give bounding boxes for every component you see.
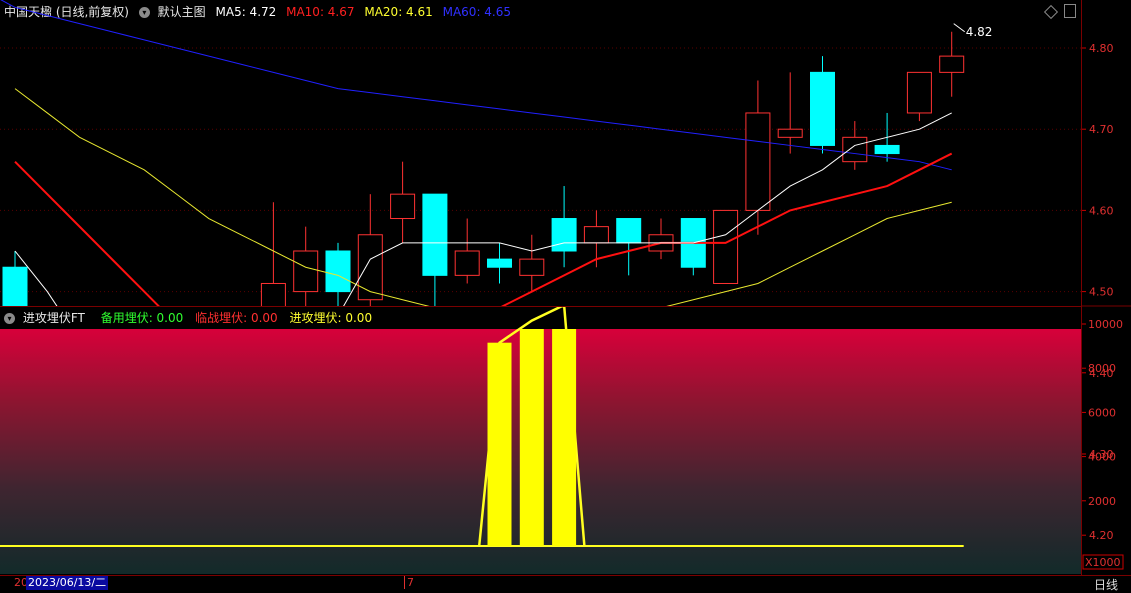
time-axis-mid-mark: 7 xyxy=(404,576,414,589)
candle-up xyxy=(260,282,286,306)
price-axis-label: 4.60 xyxy=(1089,204,1114,217)
candle-up xyxy=(745,112,771,211)
indicator-bar xyxy=(519,329,544,546)
candle-up xyxy=(777,128,803,138)
candlestick-chart: 4.214.82 xyxy=(0,0,1081,306)
price-panel[interactable]: 中国天楹 (日线,前复权) ▾ 默认主图 MA5: 4.72 MA10: 4.6… xyxy=(0,0,1081,306)
candle-up xyxy=(906,71,932,114)
current-date: 2023/06/13/二 xyxy=(26,576,109,590)
candle-up xyxy=(583,226,609,244)
price-axis-label: 4.50 xyxy=(1089,286,1114,299)
indicator-chart xyxy=(0,307,964,547)
candle-up xyxy=(939,55,965,73)
candle-up xyxy=(454,250,480,276)
candle-down xyxy=(422,193,448,276)
candle-down xyxy=(487,258,512,268)
price-axis-label: 4.70 xyxy=(1089,123,1114,136)
indicator-bar xyxy=(487,342,512,546)
candle-down xyxy=(874,144,900,155)
indicator-bar xyxy=(552,329,577,546)
candle-up xyxy=(357,234,383,301)
candle-up xyxy=(519,258,545,276)
ma10-line xyxy=(14,152,953,306)
volume-axis-label: 10000 xyxy=(1088,318,1123,331)
candle-up xyxy=(390,193,416,220)
candle-up xyxy=(293,250,319,293)
candle-down xyxy=(616,218,642,244)
price-axis-label: 4.20 xyxy=(1089,529,1114,542)
candle-down xyxy=(810,71,835,146)
volume-axis-label: 2000 xyxy=(1088,495,1116,508)
price-axis-label: 4.80 xyxy=(1089,42,1114,55)
volume-axis-label: 8000 xyxy=(1088,362,1116,375)
candle-down xyxy=(325,250,351,293)
volume-axis-label: 4000 xyxy=(1088,451,1116,464)
indicator-panel[interactable]: ▾ 进攻埋伏FT 备用埋伏: 0.00 临战埋伏: 0.00 进攻埋伏: 0.0… xyxy=(0,306,1081,576)
candle-down xyxy=(2,266,28,306)
candle-down xyxy=(551,218,577,252)
volume-axis-label: 6000 xyxy=(1088,406,1116,419)
high-price-arrow xyxy=(953,23,965,33)
right-price-axis: 4.80 4.70 4.60 4.50 4.40 4.30 4.20 10000 8000 600… xyxy=(1081,0,1131,575)
candle-up xyxy=(713,209,739,284)
candle-up xyxy=(842,136,868,163)
time-axis-bar: 20 2023/06/13/二 7 日线 xyxy=(0,575,1131,593)
period-button[interactable]: 日线 xyxy=(1094,576,1118,593)
high-price-label: 4.82 xyxy=(966,25,993,39)
ma60-line-extension xyxy=(0,0,16,8)
volume-unit-label: X1000 xyxy=(1085,556,1121,569)
